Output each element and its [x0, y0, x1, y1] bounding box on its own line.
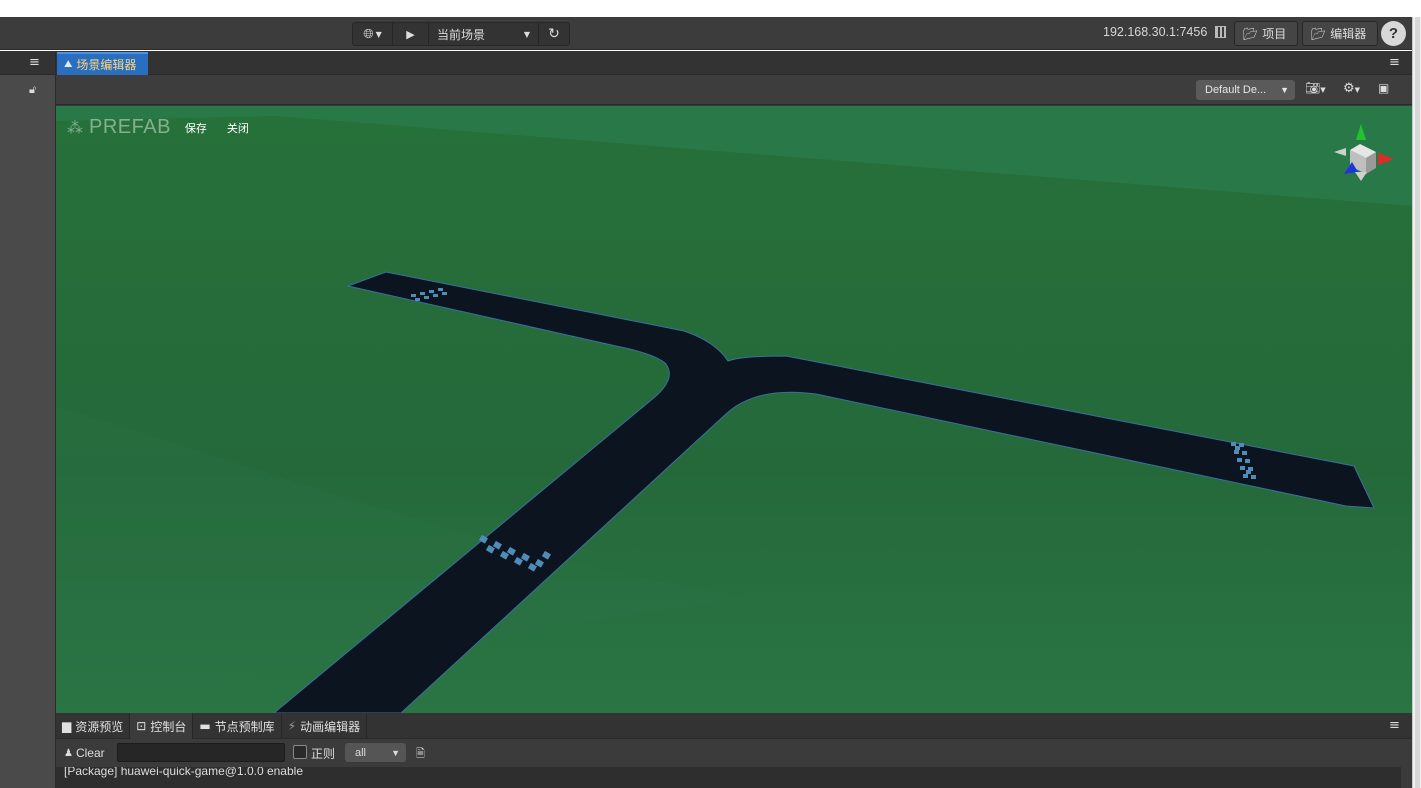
- preview-controls: 🌐︎ ▼ ▶ 当前场景 ▼ ↻: [352, 22, 570, 46]
- bottom-tabbar: ▆ 资源预览 ⊡ 控制台 ▬ 节点预制库 ⚡︎ 动画编辑器 ≡: [56, 713, 1412, 739]
- prefab-icon: ⁂: [67, 118, 83, 137]
- scene-select[interactable]: 当前场景 ▼: [429, 23, 539, 45]
- tab-console[interactable]: ⊡ 控制台: [130, 713, 194, 739]
- scene-select-label: 当前场景: [437, 27, 486, 42]
- scrollbar-thumb[interactable]: [1415, 17, 1420, 788]
- unlock-icon[interactable]: 🔓︎: [29, 83, 36, 97]
- design-resolution-select[interactable]: Default De... ▼: [1196, 80, 1295, 100]
- play-button[interactable]: ▶: [393, 23, 429, 45]
- menu-icon[interactable]: ≡: [1389, 56, 1400, 69]
- broom-icon: ♟: [64, 747, 73, 759]
- scene-subtoolbar: Default De... ▼ 📷︎▼ ⚙▼ ▣: [56, 75, 1412, 105]
- prefab-mode-bar: ⁂ PREFAB 保存 关闭: [67, 116, 249, 139]
- folder-open-icon: 📂︎: [1311, 26, 1327, 41]
- scene-editor-panel: ⛰︎ 场景编辑器 ≡ Default De... ▼ 📷︎▼ ⚙▼ ▣ ⁂ PR…: [56, 51, 1412, 713]
- chevron-down-icon: ▼: [1280, 85, 1289, 95]
- tab-assets-preview[interactable]: ▆ 资源预览: [56, 713, 131, 739]
- bottom-panel: ▆ 资源预览 ⊡ 控制台 ▬ 节点预制库 ⚡︎ 动画编辑器 ≡ ♟ Clear …: [56, 713, 1412, 788]
- main-toolbar: 🌐︎ ▼ ▶ 当前场景 ▼ ↻ 192.168.30.1:7456 📂︎ 项目 📂…: [0, 17, 1412, 50]
- open-project-button[interactable]: 📂︎ 项目: [1234, 21, 1298, 46]
- preview-address[interactable]: 192.168.30.1:7456: [1103, 25, 1207, 39]
- folder-open-icon: 📂︎: [1243, 26, 1259, 41]
- clear-label: Clear: [75, 746, 105, 760]
- console-icon: ⊡: [136, 719, 147, 733]
- help-button[interactable]: ?: [1381, 21, 1406, 46]
- folder-icon: ▆: [62, 719, 72, 733]
- open-editor-button[interactable]: 📂︎ 编辑器: [1302, 21, 1378, 46]
- console-search-input[interactable]: [117, 743, 285, 762]
- play-icon: ▶: [406, 27, 415, 41]
- left-panel-tabbar: ≡: [0, 51, 55, 75]
- prefab-save-button[interactable]: 保存: [185, 120, 207, 136]
- camera-icon[interactable]: 📷︎▼: [1305, 81, 1326, 95]
- tab-console-label: 控制台: [150, 719, 187, 734]
- open-editor-label: 编辑器: [1330, 27, 1367, 41]
- qr-code-icon[interactable]: [1215, 26, 1226, 38]
- clear-button[interactable]: ♟ Clear: [64, 746, 105, 760]
- snapshot-icon[interactable]: ▣: [1378, 81, 1389, 95]
- animation-icon: ⚡︎: [287, 719, 297, 733]
- tab-animation-editor[interactable]: ⚡︎ 动画编辑器: [282, 713, 368, 739]
- prefab-title: PREFAB: [89, 116, 171, 138]
- tab-node-library-label: 节点预制库: [214, 719, 275, 734]
- scene-canvas: [56, 106, 1412, 713]
- open-project-label: 项目: [1262, 27, 1287, 41]
- log-level-select[interactable]: all ▼: [345, 743, 406, 762]
- globe-icon: 🌐︎: [363, 26, 374, 42]
- library-icon: ▬: [199, 719, 211, 733]
- refresh-button[interactable]: ↻: [539, 23, 569, 45]
- log-file-icon[interactable]: 🗎: [416, 745, 425, 764]
- console-log: [Package] huawei-quick-game@1.0.0 enable: [56, 767, 1401, 788]
- window-scrollbar[interactable]: [1412, 17, 1421, 788]
- regex-label: 正则: [311, 747, 336, 761]
- platform-select[interactable]: 🌐︎ ▼: [353, 23, 393, 45]
- left-panel: ≡ 🔓︎: [0, 51, 56, 788]
- refresh-icon: ↻: [548, 26, 560, 42]
- tab-animation-editor-label: 动画编辑器: [300, 719, 361, 734]
- window-top-strip: [0, 0, 1421, 17]
- design-resolution-label: Default De...: [1205, 84, 1267, 96]
- menu-icon[interactable]: ≡: [1389, 719, 1400, 732]
- console-toolbar: ♟ Clear 正则 all ▼ 🗎: [56, 739, 1412, 767]
- log-line: [Package] huawei-quick-game@1.0.0 enable: [64, 767, 303, 778]
- log-level-label: all: [355, 746, 367, 759]
- tab-scene-editor[interactable]: ⛰︎ 场景编辑器: [57, 52, 148, 75]
- gear-icon[interactable]: ⚙▼: [1343, 81, 1360, 96]
- scene-tabbar: ⛰︎ 场景编辑器 ≡: [56, 51, 1412, 75]
- chevron-down-icon: ▼: [375, 29, 382, 39]
- menu-icon[interactable]: ≡: [29, 56, 40, 69]
- tab-assets-preview-label: 资源预览: [75, 719, 124, 734]
- tab-scene-editor-label: 场景编辑器: [76, 58, 137, 72]
- tab-node-library[interactable]: ▬ 节点预制库: [193, 713, 282, 739]
- prefab-close-button[interactable]: 关闭: [227, 120, 249, 136]
- chevron-down-icon: ▼: [523, 29, 530, 39]
- regex-checkbox[interactable]: [293, 745, 307, 759]
- chevron-down-icon: ▼: [391, 747, 400, 758]
- scene-viewport[interactable]: ⁂ PREFAB 保存 关闭: [56, 106, 1412, 713]
- scene-icon: ⛰︎: [64, 59, 73, 70]
